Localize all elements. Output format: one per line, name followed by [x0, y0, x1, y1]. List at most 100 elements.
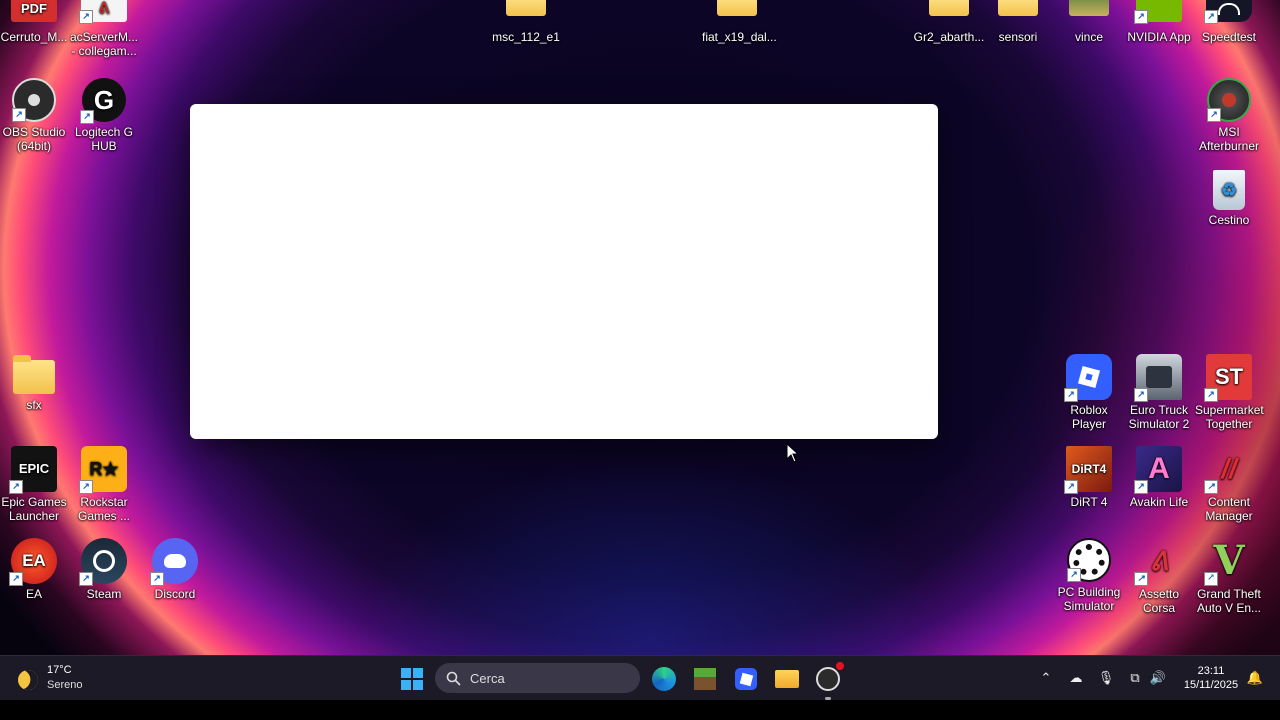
icon-label: Together: [1205, 417, 1253, 431]
supermarket-together-shortcut[interactable]: ST ↗ Supermarket Together: [1195, 354, 1264, 431]
assetto-corsa-shortcut[interactable]: ᕕ ↗ Assetto Corsa: [1124, 538, 1194, 615]
chevron-up-icon[interactable]: ⌃: [1037, 669, 1055, 687]
blank-dialog-window[interactable]: [190, 104, 938, 439]
shortcut-arrow-icon: ↗: [1204, 480, 1218, 494]
folder-icon: [998, 0, 1038, 16]
onedrive-icon[interactable]: ☁: [1067, 669, 1085, 687]
obs-studio-shortcut[interactable]: ↗ OBS Studio (64bit): [0, 78, 68, 153]
epic-games-icon: EPIC ↗: [9, 446, 57, 494]
icon-label: EA: [25, 587, 42, 601]
clock[interactable]: 23:11 15/11/2025: [1178, 664, 1244, 692]
gauge-icon: [1218, 3, 1240, 15]
folder-msc-112-e1[interactable]: msc_112_e1: [492, 0, 560, 44]
ea-shortcut[interactable]: EA ↗ EA: [0, 538, 68, 601]
obs-taskbar-button[interactable]: [813, 662, 844, 700]
folder-vince[interactable]: vince: [1055, 0, 1123, 44]
shortcut-arrow-icon: ↗: [80, 110, 94, 124]
edge-taskbar-button[interactable]: [649, 664, 679, 694]
weather-widget[interactable]: 17°C Sereno: [14, 662, 114, 696]
nvidia-app-shortcut[interactable]: ↗ NVIDIA App: [1124, 0, 1194, 44]
taskbar-search[interactable]: Cerca: [435, 663, 640, 693]
shortcut-arrow-icon: ↗: [79, 480, 93, 494]
logitech-g-hub-shortcut[interactable]: G ↗ Logitech G HUB: [70, 78, 138, 153]
minecraft-taskbar-button[interactable]: [690, 664, 720, 694]
icon-label: sfx: [26, 398, 42, 412]
msi-afterburner-icon: ↗: [1207, 78, 1251, 122]
steam-shortcut[interactable]: ↗ Steam: [70, 538, 138, 601]
afterburner-core-icon: [1222, 93, 1236, 107]
gta-v-icon: V ↗: [1204, 538, 1252, 586]
icon-label: Discord: [154, 587, 196, 601]
icon-label: OBS Studio: [2, 125, 66, 139]
start-button[interactable]: [397, 664, 427, 694]
logitech-icon: G ↗: [80, 78, 126, 124]
icon-label: sensori: [998, 30, 1038, 44]
shortcut-arrow-icon: ↗: [9, 480, 23, 494]
acserver-shortcut[interactable]: ᕕ ↗ acServerM... - collegam...: [70, 0, 138, 58]
epic-games-shortcut[interactable]: EPIC ↗ Epic Games Launcher: [0, 446, 68, 523]
icon-label: Afterburner: [1198, 139, 1260, 153]
edge-icon: [652, 667, 676, 691]
folder-icon: [13, 355, 55, 394]
shortcut-arrow-icon: ↗: [12, 108, 26, 122]
moon-icon: [15, 667, 41, 693]
rockstar-icon: R★ ↗: [79, 446, 127, 494]
icon-label: Epic Games: [1, 495, 67, 509]
cerruto-pdf-shortcut[interactable]: PDF Cerruto_M...: [0, 0, 68, 44]
desktop-background: msc_112_e1 fiat_x19_dal... Gr2_abarth...…: [0, 0, 1280, 655]
notification-icon[interactable]: 🔔: [1246, 669, 1264, 687]
euro-truck-simulator-2-shortcut[interactable]: ↗ Euro Truck Simulator 2: [1124, 354, 1194, 431]
icon-label: Roblox Player: [1070, 403, 1108, 431]
shortcut-arrow-icon: ↗: [1134, 388, 1148, 402]
discord-icon: ↗: [150, 538, 198, 586]
icon-label: Auto V En...: [1196, 601, 1262, 615]
shortcut-arrow-icon: ↗: [1134, 572, 1148, 586]
discord-shortcut[interactable]: ↗ Discord: [141, 538, 209, 601]
avakin-life-shortcut[interactable]: A ↗ Avakin Life: [1124, 446, 1194, 509]
ea-icon: EA ↗: [9, 538, 57, 586]
mouse-cursor-icon: [786, 443, 800, 463]
windows-logo-icon: [401, 668, 423, 690]
network-icon[interactable]: ⧉: [1126, 669, 1144, 687]
obs-dot-icon: [28, 94, 40, 106]
speedtest-shortcut[interactable]: ↗ Speedtest: [1195, 0, 1263, 44]
dirt-4-shortcut[interactable]: DiRT4 ↗ DiRT 4: [1054, 446, 1124, 509]
icon-label: Games ...: [77, 509, 130, 523]
recording-indicator-icon: [836, 662, 844, 670]
msi-afterburner-shortcut[interactable]: ↗ MSI Afterburner: [1195, 78, 1263, 153]
gta-v-shortcut[interactable]: V ↗ Grand Theft Auto V En...: [1195, 538, 1263, 616]
folder-sfx[interactable]: sfx: [0, 354, 68, 412]
icon-label: msc_112_e1: [492, 30, 560, 44]
shortcut-arrow-icon: ↗: [1067, 568, 1081, 582]
icon-label: NVIDIA App: [1127, 30, 1191, 44]
shortcut-arrow-icon: ↗: [79, 572, 93, 586]
icon-label: Launcher: [8, 509, 60, 523]
obs-icon: [816, 662, 844, 691]
letterbox-bar: [0, 700, 1280, 720]
icon-label: PC Building: [1057, 585, 1121, 599]
volume-icon[interactable]: 🔊: [1149, 669, 1167, 687]
shortcut-arrow-icon: ↗: [1134, 480, 1148, 494]
taskbar: 17°C Sereno Cerca ⌃ ☁ 🎙 ⧉ 🔊 23:11 15/11/…: [0, 655, 1280, 701]
shortcut-arrow-icon: ↗: [150, 572, 164, 586]
roblox-icon: ↗: [1064, 354, 1112, 402]
recycle-bin[interactable]: ♻ Cestino: [1195, 170, 1263, 227]
folder-fiat-x19[interactable]: fiat_x19_dal...: [702, 0, 777, 44]
pc-building-simulator-shortcut[interactable]: ↗ PC Building Simulator: [1054, 538, 1124, 613]
icon-label: Avakin Life: [1129, 495, 1189, 509]
content-manager-shortcut[interactable]: //↗ Content Manager: [1195, 446, 1263, 523]
roblox-taskbar-button[interactable]: [731, 664, 761, 694]
discord-controller-icon: [164, 554, 186, 568]
file-explorer-taskbar-button[interactable]: [772, 664, 802, 694]
search-icon: [446, 671, 461, 686]
microphone-icon[interactable]: 🎙: [1097, 669, 1115, 687]
icon-label: Speedtest: [1201, 30, 1257, 44]
rockstar-games-shortcut[interactable]: R★ ↗ Rockstar Games ...: [70, 446, 138, 523]
icon-label: Corsa: [1142, 601, 1175, 615]
folder-sensori[interactable]: sensori: [984, 0, 1052, 44]
icon-label: Assetto: [1138, 587, 1180, 601]
icon-label: DiRT 4: [1070, 495, 1108, 509]
icon-label: Rockstar: [80, 495, 128, 509]
roblox-player-shortcut[interactable]: ↗ Roblox Player: [1054, 354, 1124, 431]
folder-gr2-abarth[interactable]: Gr2_abarth...: [913, 0, 985, 44]
